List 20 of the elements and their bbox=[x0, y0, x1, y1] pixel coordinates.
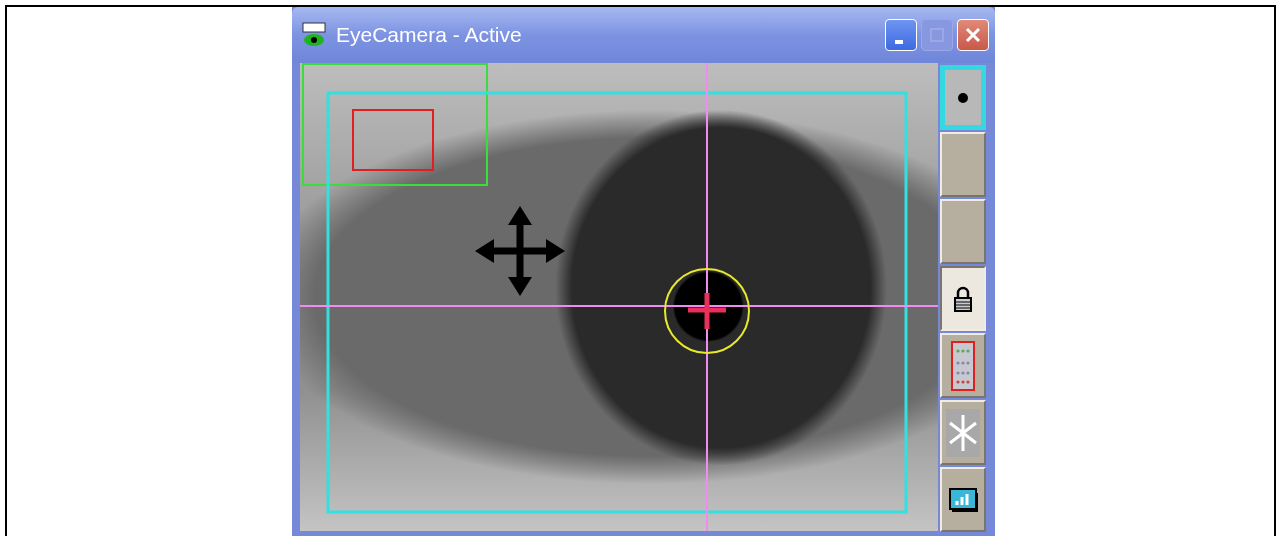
snowflake-button[interactable] bbox=[940, 400, 986, 465]
dot-grid-icon bbox=[951, 340, 975, 391]
minimize-icon bbox=[895, 40, 903, 44]
snowflake-icon bbox=[946, 408, 980, 457]
pupil-center-marker bbox=[685, 290, 729, 332]
chart-button[interactable] bbox=[940, 467, 986, 532]
close-button[interactable] bbox=[957, 19, 989, 51]
dot-button[interactable] bbox=[940, 65, 986, 130]
eye-camera-icon bbox=[302, 22, 328, 48]
bar-chart-icon bbox=[948, 486, 978, 513]
minimize-button[interactable] bbox=[885, 19, 917, 51]
window-title: EyeCamera - Active bbox=[336, 23, 523, 47]
dot-icon bbox=[957, 91, 969, 104]
grid-button[interactable] bbox=[940, 333, 986, 398]
lock-button[interactable] bbox=[940, 266, 986, 331]
move-cursor-icon bbox=[475, 206, 565, 296]
toolbar-button[interactable] bbox=[940, 132, 986, 197]
toolbar-button[interactable] bbox=[940, 199, 986, 264]
padlock-icon bbox=[953, 284, 973, 313]
close-icon bbox=[964, 26, 982, 44]
